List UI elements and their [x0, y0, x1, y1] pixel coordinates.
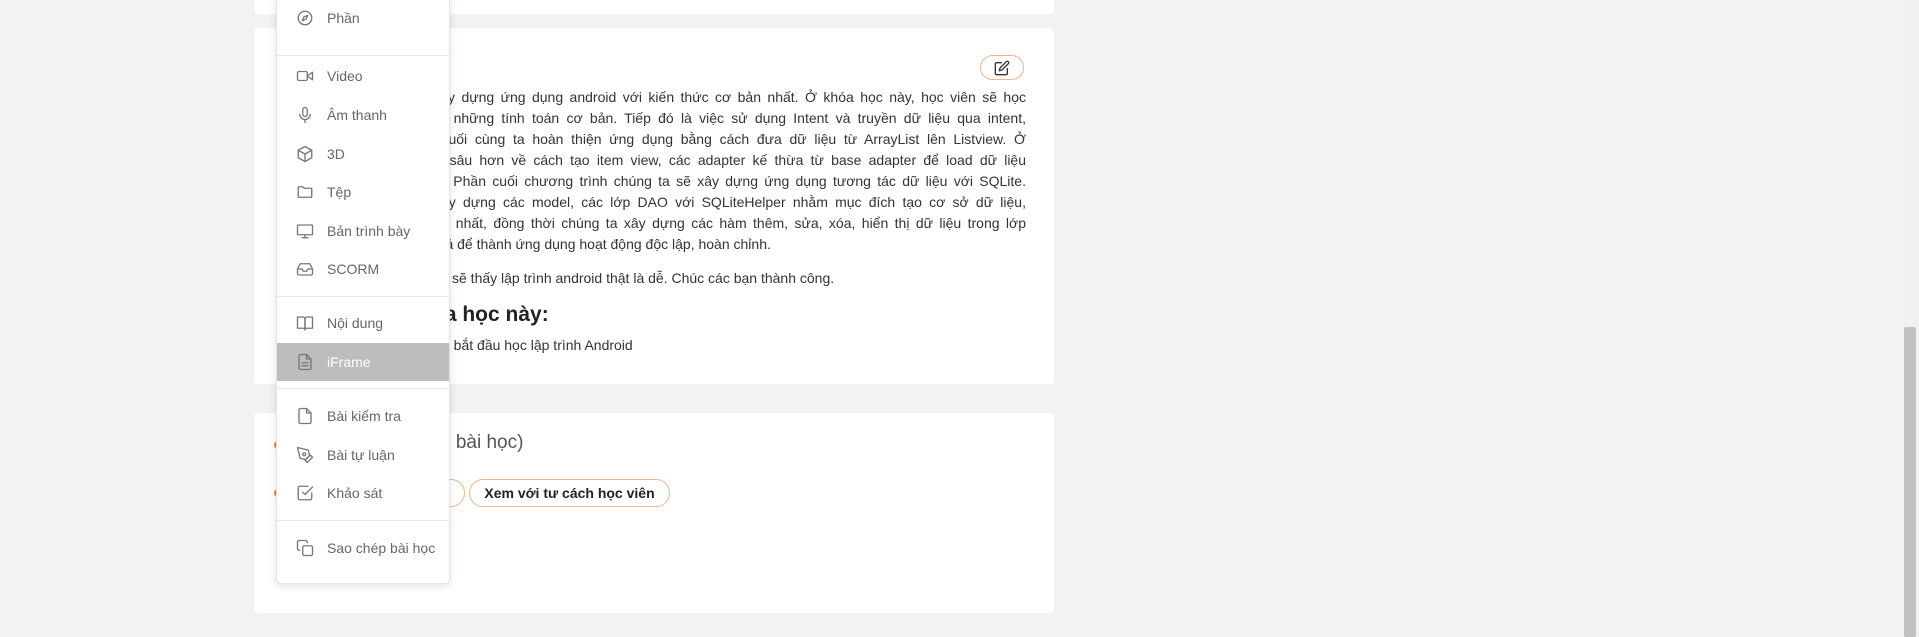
document-icon [295, 352, 315, 372]
description-line: uyên sâu hơn về cách tạo item view, các … [412, 152, 1026, 168]
menu-item-label: Video [327, 68, 363, 84]
menu-item-essay[interactable]: Bài tự luận [277, 436, 449, 474]
menu-divider [277, 520, 449, 521]
copy-icon [295, 538, 315, 558]
course-description-text: ệc xây dựng ứng dụng android với kiến th… [412, 87, 1026, 255]
menu-item-3d[interactable]: 3D [277, 135, 449, 173]
inbox-icon [295, 259, 315, 279]
folder-icon [295, 182, 315, 202]
description-line: ận lợi nhất, đồng thời chúng ta xây dựng… [412, 215, 1026, 231]
compass-icon [295, 8, 315, 28]
scrollbar-thumb[interactable] [1904, 327, 1916, 637]
menu-item-label: iFrame [327, 354, 371, 370]
menu-item-audio[interactable]: Âm thanh [277, 96, 449, 134]
pen-icon [295, 445, 315, 465]
menu-item-label: Khảo sát [327, 485, 383, 501]
description-line: ệc xây dựng ứng dụng android với kiến th… [412, 89, 1026, 105]
cube-icon [295, 144, 315, 164]
edit-description-button[interactable] [980, 55, 1024, 80]
monitor-icon [295, 221, 315, 241]
menu-item-label: Bài tự luận [327, 447, 395, 463]
description-line: droid. Phần cuối chương trình chúng ta s… [412, 173, 1026, 189]
menu-divider [277, 296, 449, 297]
add-content-menu: Phần Video Âm thanh 3D Tệp Bản trình bày [276, 0, 450, 584]
description-line: i tất cả để thành ứng dụng hoạt động độc… [412, 236, 771, 252]
target-audience-item: n bắt đầu học lập trình Android [442, 337, 633, 353]
menu-item-label: Bài kiểm tra [327, 408, 401, 424]
menu-item-quiz[interactable]: Bài kiểm tra [277, 397, 449, 435]
menu-item-video[interactable]: Video [277, 57, 449, 95]
description-closing: sẽ thấy lập trình android thật là dễ. Ch… [452, 270, 835, 286]
menu-item-label: Phần [327, 10, 360, 26]
menu-item-section[interactable]: Phần [277, 0, 449, 37]
menu-item-iframe[interactable]: iFrame [277, 343, 449, 381]
menu-item-scorm[interactable]: SCORM [277, 250, 449, 288]
page-scrollbar[interactable] [1901, 0, 1919, 637]
menu-item-label: Tệp [327, 184, 352, 200]
menu-item-label: Sao chép bài học [327, 540, 436, 556]
file-icon [295, 406, 315, 426]
lessons-count-title: 2 bài học) [440, 432, 524, 453]
description-line: ch xây dựng các model, các lớp DAO với S… [412, 194, 1026, 210]
checkbox-icon [295, 483, 315, 503]
menu-item-label: 3D [327, 146, 345, 162]
description-line: ác. Cuối cùng ta hoàn thiện ứng dụng bằn… [412, 131, 1026, 147]
book-icon [295, 313, 315, 333]
menu-item-file[interactable]: Tệp [277, 173, 449, 211]
menu-item-label: Nội dung [327, 315, 384, 331]
menu-item-survey[interactable]: Khảo sát [277, 474, 449, 512]
menu-item-label: SCORM [327, 261, 380, 277]
view-as-student-button[interactable]: Xem với tư cách học viên [469, 479, 670, 507]
menu-item-content[interactable]: Nội dung [277, 304, 449, 342]
menu-item-label: Bản trình bày [327, 223, 411, 239]
video-camera-icon [295, 66, 315, 86]
menu-divider [277, 388, 449, 389]
menu-divider [277, 55, 449, 56]
menu-item-copy-lesson[interactable]: Sao chép bài học [277, 529, 449, 567]
microphone-icon [295, 105, 315, 125]
menu-item-presentation[interactable]: Bản trình bày [277, 212, 449, 250]
edit-icon [994, 60, 1010, 75]
description-line: d với những tính toán cơ bản. Tiếp đó là… [412, 110, 1026, 126]
menu-item-label: Âm thanh [327, 107, 387, 123]
